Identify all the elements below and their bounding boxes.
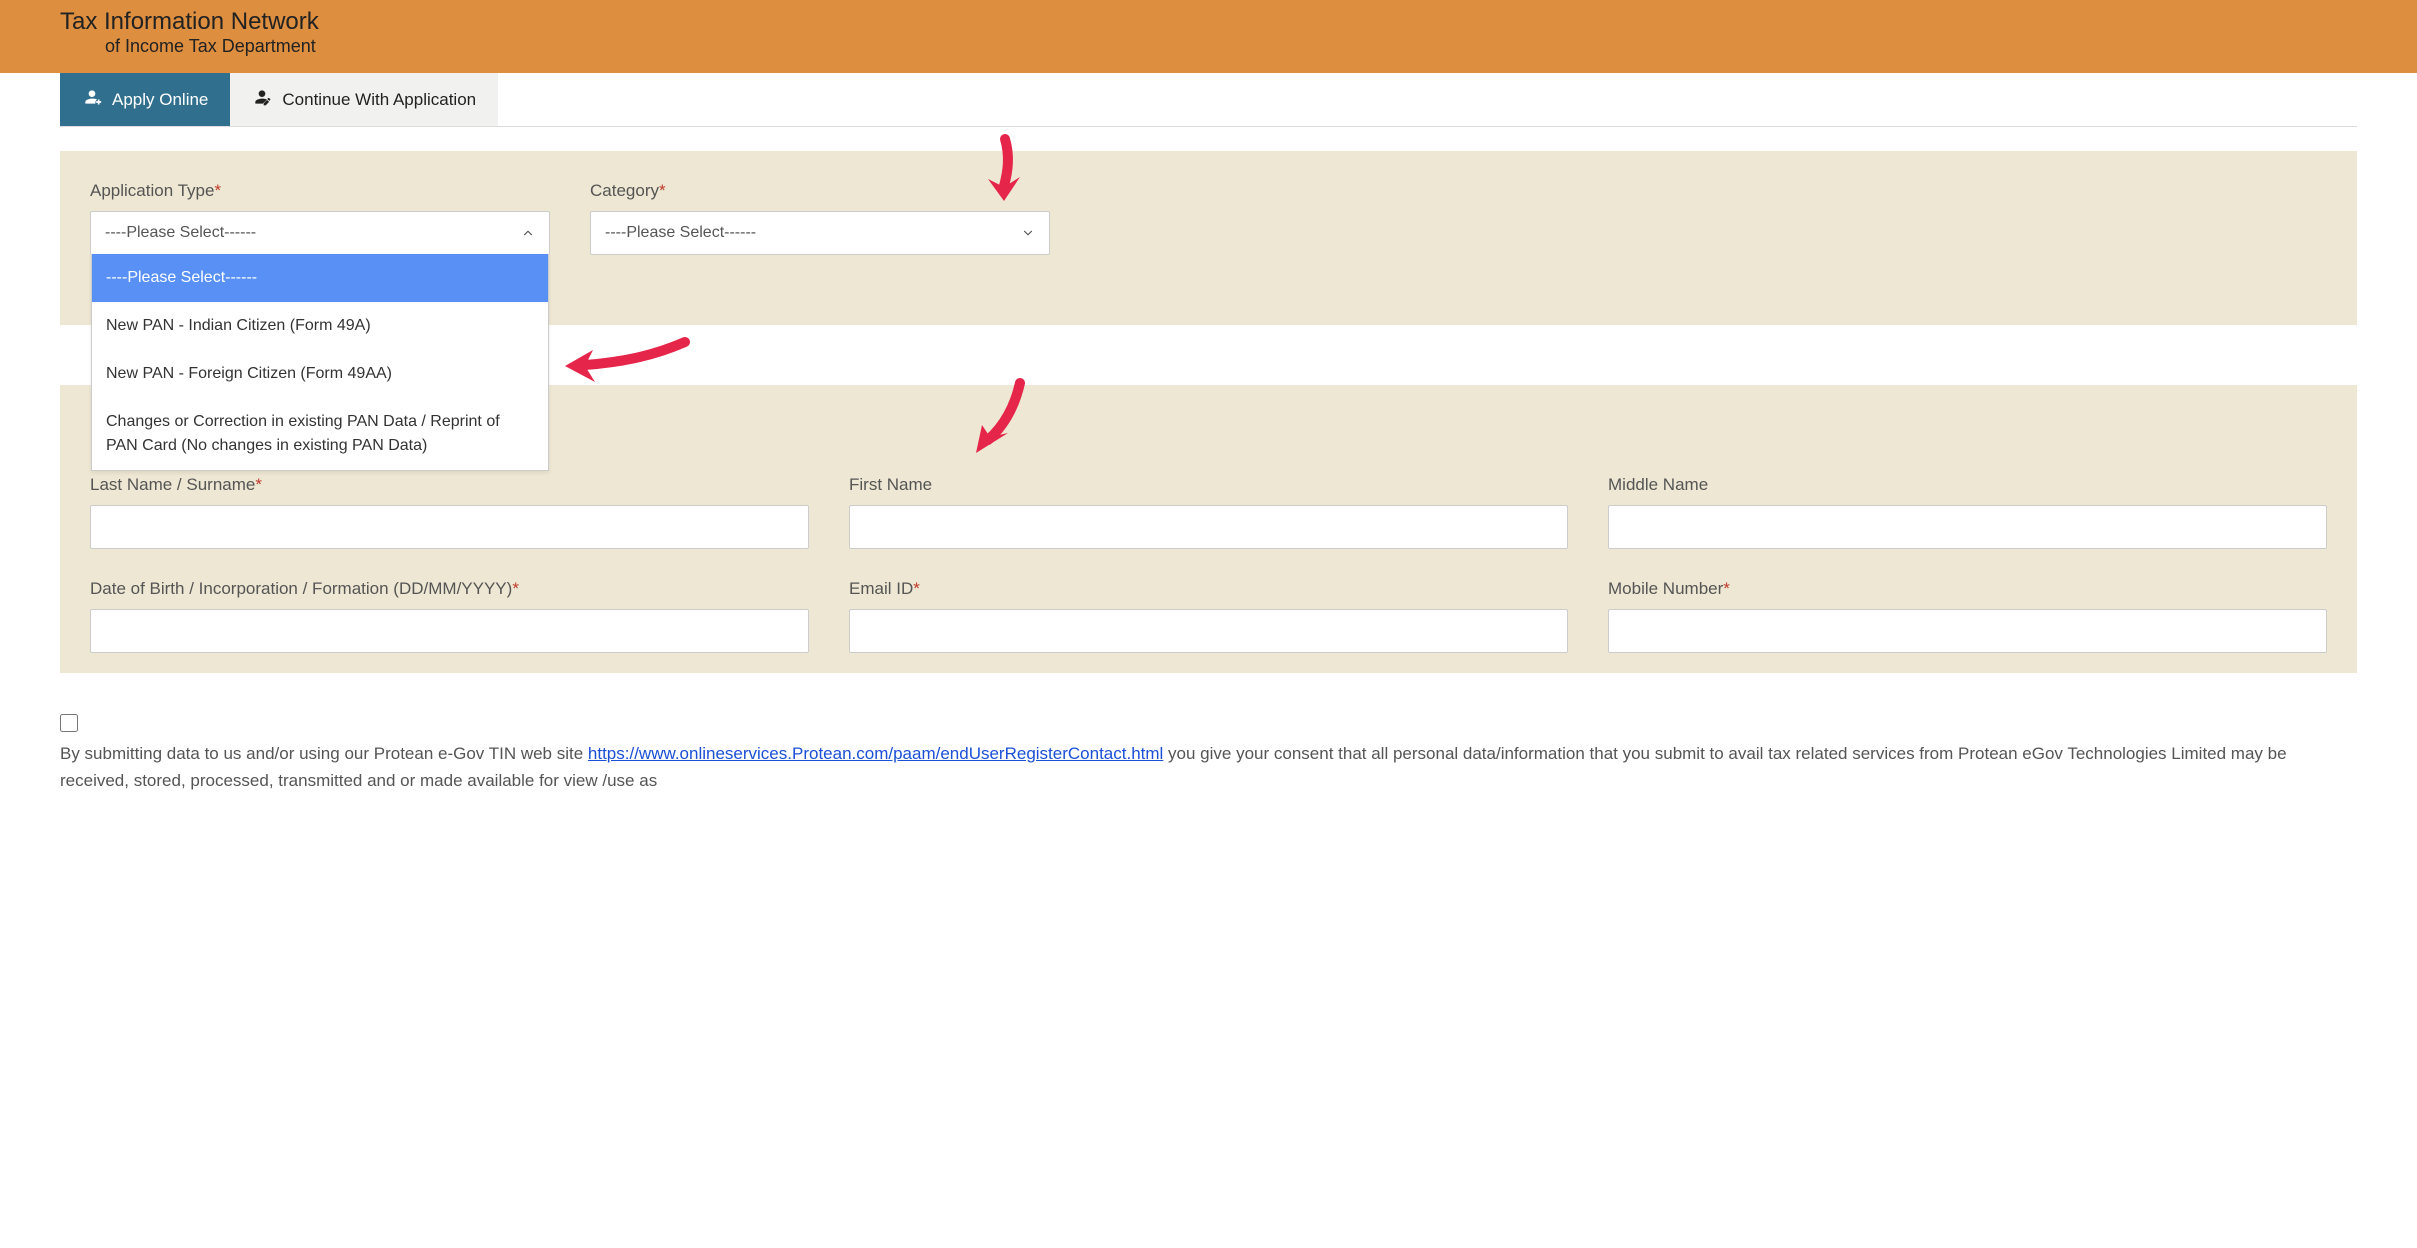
tab-apply-label: Apply Online xyxy=(112,90,208,110)
label-email: Email ID* xyxy=(849,579,1568,599)
required-marker: * xyxy=(255,475,262,494)
select-application-type[interactable]: ----Please Select------ ----Please Selec… xyxy=(90,211,550,255)
required-marker: * xyxy=(1723,579,1730,598)
label-middle-name: Middle Name xyxy=(1608,475,2327,495)
required-marker: * xyxy=(214,181,221,200)
dropdown-option-new-pan-indian[interactable]: New PAN - Indian Citizen (Form 49A) xyxy=(92,302,548,350)
dropdown-option-changes-correction[interactable]: Changes or Correction in existing PAN Da… xyxy=(92,398,548,470)
input-dob[interactable] xyxy=(90,609,809,653)
label-application-type: Application Type* xyxy=(90,181,550,201)
field-category: Category* ----Please Select------ xyxy=(590,181,1050,255)
chevron-up-icon xyxy=(521,226,535,240)
consent-checkbox[interactable] xyxy=(60,714,78,732)
tab-apply-online[interactable]: Apply Online xyxy=(60,73,230,126)
dropdown-option-please-select[interactable]: ----Please Select------ xyxy=(92,254,548,302)
site-header: Tax Information Network of Income Tax De… xyxy=(0,0,2417,73)
brand-title: Tax Information Network xyxy=(60,8,2357,36)
dropdown-application-type: ----Please Select------ New PAN - Indian… xyxy=(91,254,549,471)
consent-link[interactable]: https://www.onlineservices.Protean.com/p… xyxy=(588,744,1163,763)
required-marker: * xyxy=(913,579,920,598)
input-last-name[interactable] xyxy=(90,505,809,549)
tab-continue-application[interactable]: Continue With Application xyxy=(230,73,498,126)
label-mobile: Mobile Number* xyxy=(1608,579,2327,599)
input-mobile[interactable] xyxy=(1608,609,2327,653)
brand-subtitle: of Income Tax Department xyxy=(60,36,2357,57)
required-marker: * xyxy=(659,181,666,200)
field-email: Email ID* xyxy=(849,579,1568,653)
field-application-type: Application Type* ----Please Select-----… xyxy=(90,181,550,255)
field-last-name: Last Name / Surname* xyxy=(90,475,809,549)
select-application-type-value: ----Please Select------ xyxy=(105,224,256,242)
select-category-value: ----Please Select------ xyxy=(605,224,756,242)
required-marker: * xyxy=(512,579,519,598)
label-dob: Date of Birth / Incorporation / Formatio… xyxy=(90,579,809,599)
annotation-arrow-icon xyxy=(960,375,1040,470)
dropdown-option-new-pan-foreign[interactable]: New PAN - Foreign Citizen (Form 49AA) xyxy=(92,350,548,398)
field-first-name: First Name xyxy=(849,475,1568,549)
user-add-icon xyxy=(82,87,102,112)
chevron-down-icon xyxy=(1021,226,1035,240)
label-category: Category* xyxy=(590,181,1050,201)
consent-text-before: By submitting data to us and/or using ou… xyxy=(60,744,588,763)
tabs-row: Apply Online Continue With Application xyxy=(60,73,2357,127)
field-mobile: Mobile Number* xyxy=(1608,579,2327,653)
label-first-name: First Name xyxy=(849,475,1568,495)
user-edit-icon xyxy=(252,87,272,112)
label-last-name: Last Name / Surname* xyxy=(90,475,809,495)
tab-continue-label: Continue With Application xyxy=(282,90,476,110)
select-category[interactable]: ----Please Select------ xyxy=(590,211,1050,255)
field-dob: Date of Birth / Incorporation / Formatio… xyxy=(90,579,809,653)
consent-block: By submitting data to us and/or using ou… xyxy=(60,713,2357,795)
input-first-name[interactable] xyxy=(849,505,1568,549)
field-middle-name: Middle Name xyxy=(1608,475,2327,549)
input-email[interactable] xyxy=(849,609,1568,653)
panel-application-type: Application Type* ----Please Select-----… xyxy=(60,151,2357,325)
input-middle-name[interactable] xyxy=(1608,505,2327,549)
